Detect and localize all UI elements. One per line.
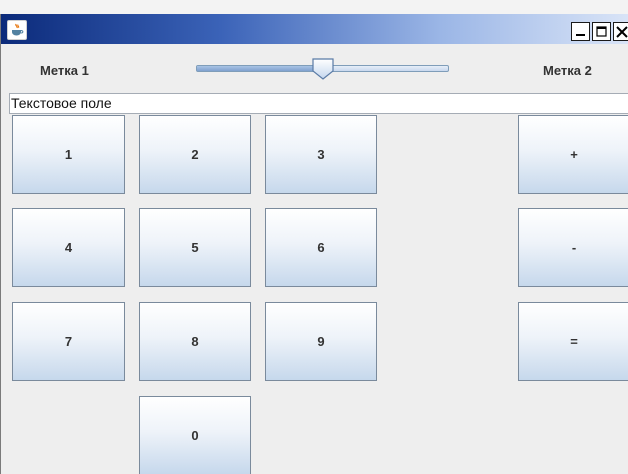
digit-button-2[interactable]: 2: [139, 115, 251, 194]
digit-button-0[interactable]: 0: [139, 396, 251, 474]
minimize-button[interactable]: [571, 22, 590, 41]
minus-button[interactable]: -: [518, 208, 628, 287]
title-bar[interactable]: [1, 14, 628, 44]
plus-button[interactable]: +: [518, 115, 628, 194]
app-window: Метка 1 Метка 2 Текстовое поле 1 2 3 + 4…: [0, 14, 628, 474]
text-field[interactable]: Текстовое поле: [9, 93, 628, 114]
close-button[interactable]: [613, 22, 628, 41]
label-2: Метка 2: [543, 63, 592, 78]
maximize-icon: [596, 26, 607, 37]
equals-button[interactable]: =: [518, 302, 628, 381]
digit-button-3[interactable]: 3: [265, 115, 377, 194]
digit-button-5[interactable]: 5: [139, 208, 251, 287]
label-1: Метка 1: [40, 63, 89, 78]
minimize-icon: [576, 34, 585, 36]
maximize-button[interactable]: [592, 22, 611, 41]
top-strip: [0, 0, 628, 15]
digit-button-8[interactable]: 8: [139, 302, 251, 381]
digit-button-6[interactable]: 6: [265, 208, 377, 287]
slider-thumb[interactable]: [311, 58, 335, 80]
digit-button-4[interactable]: 4: [12, 208, 125, 287]
digit-button-7[interactable]: 7: [12, 302, 125, 381]
slider-fill: [197, 66, 323, 71]
close-icon: [615, 25, 628, 38]
digit-button-1[interactable]: 1: [12, 115, 125, 194]
digit-button-9[interactable]: 9: [265, 302, 377, 381]
java-coffee-cup-icon: [7, 20, 27, 40]
